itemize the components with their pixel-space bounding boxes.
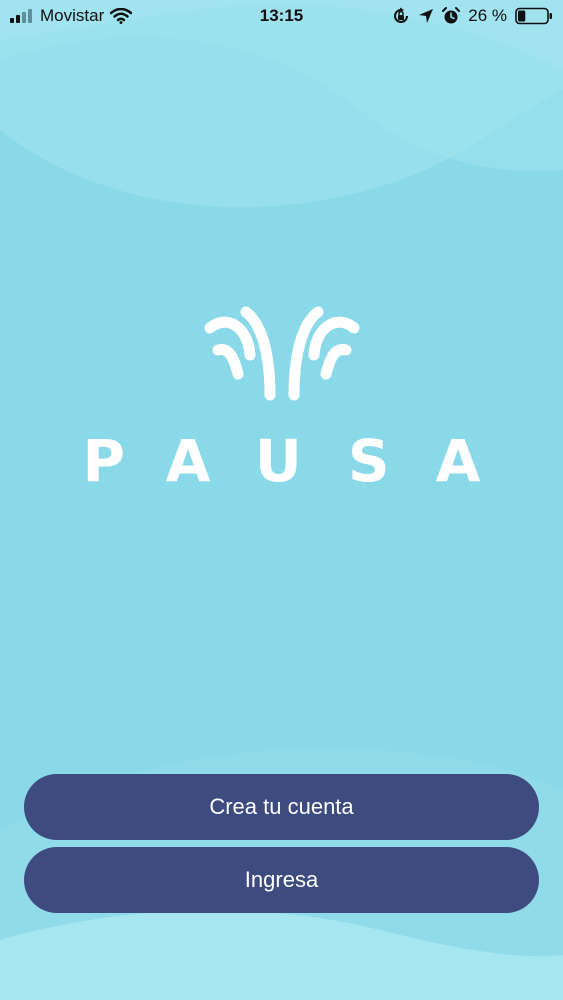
- location-icon: [418, 8, 434, 24]
- orientation-lock-icon: [392, 7, 410, 25]
- butterfly-logo-icon: [204, 306, 359, 401]
- battery-percent: 26 %: [468, 6, 507, 25]
- pausa-logo: PAUSA: [0, 300, 563, 490]
- status-bar: Movistar 13:15 26 %: [0, 0, 563, 32]
- alarm-icon: [442, 7, 461, 25]
- battery-icon: [515, 7, 553, 25]
- login-button[interactable]: Ingresa: [24, 847, 539, 913]
- create-account-button[interactable]: Crea tu cuenta: [24, 774, 539, 840]
- brand-name: PAUSA: [82, 427, 527, 495]
